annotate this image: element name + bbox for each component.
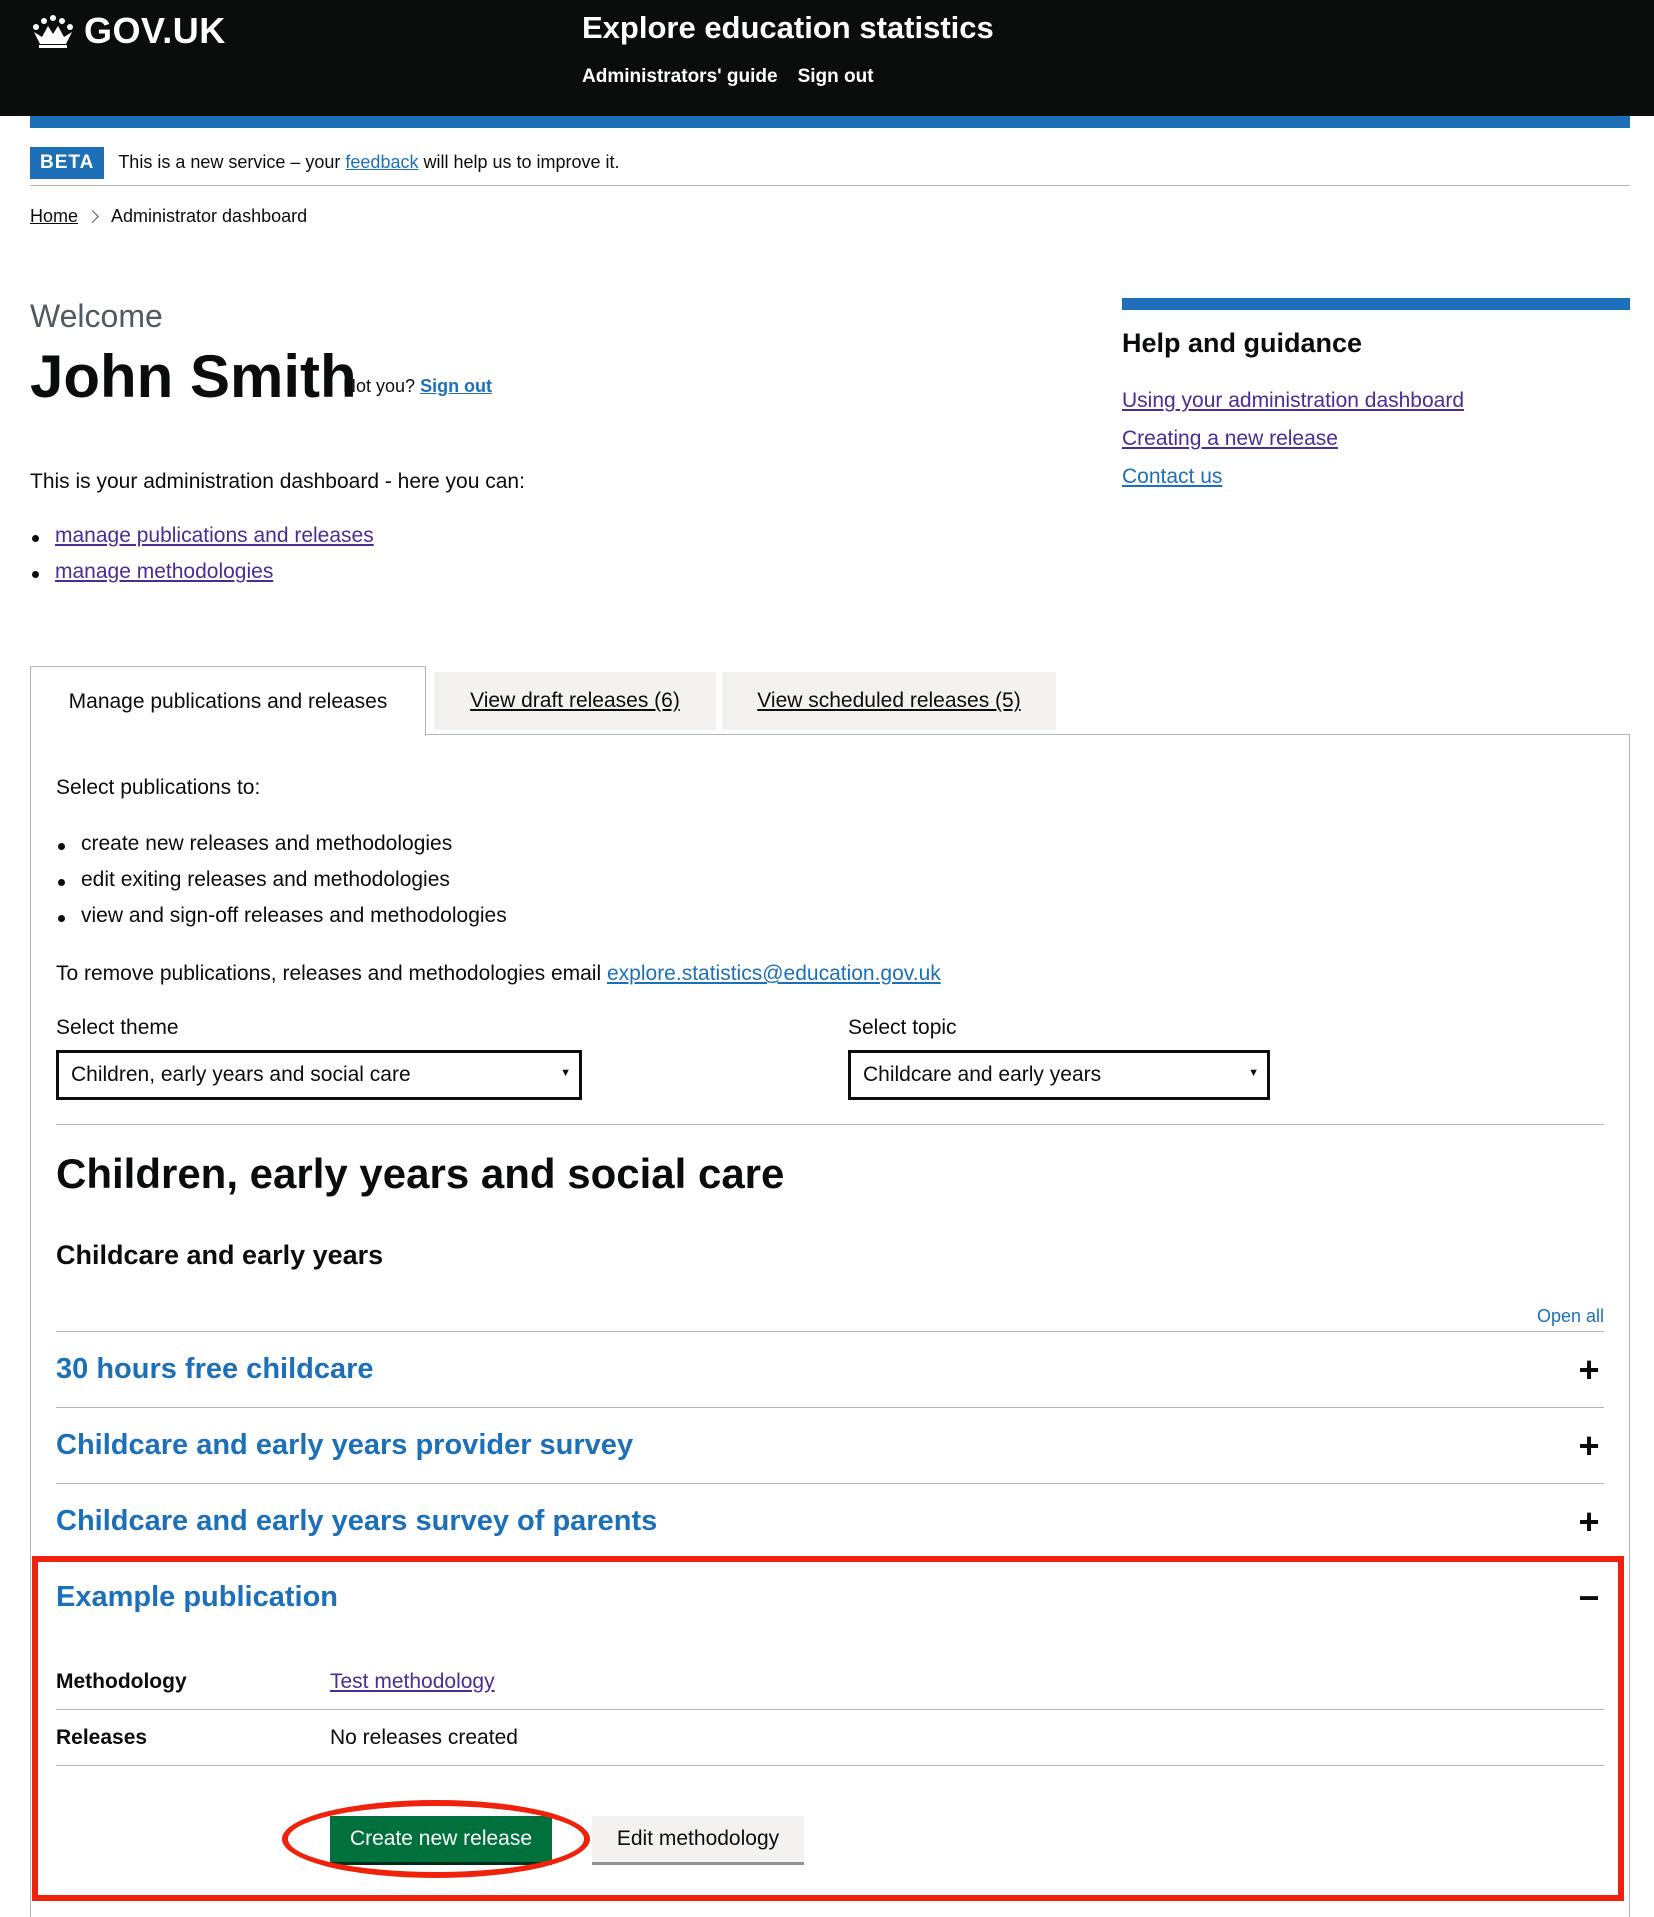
administrators-guide-link[interactable]: Administrators' guide xyxy=(582,66,778,88)
accordion-title[interactable]: Childcare and early years survey of pare… xyxy=(56,1505,657,1538)
site-header: GOV.UK Explore education statistics Admi… xyxy=(0,0,1654,116)
logo-text: GOV.UK xyxy=(84,10,226,51)
accordion-item-expanded[interactable]: Example publication − xyxy=(56,1559,1604,1635)
plus-icon[interactable]: + xyxy=(1574,1427,1604,1464)
plus-icon[interactable]: + xyxy=(1574,1503,1604,1540)
beta-text-after: will help us to improve it. xyxy=(418,152,620,172)
open-all-button[interactable]: Open all xyxy=(1537,1306,1604,1327)
list-item: view and sign-off releases and methodolo… xyxy=(56,904,507,928)
tab-label[interactable]: View draft releases (6) xyxy=(470,689,680,713)
tab-draft-releases[interactable]: View draft releases (6) xyxy=(434,672,716,730)
theme-heading: Children, early years and social care xyxy=(56,1150,785,1197)
header-accent-bar xyxy=(30,116,1630,128)
breadcrumb-home-link[interactable]: Home xyxy=(30,206,78,227)
beta-text-before: This is a new service – your xyxy=(118,152,346,172)
manage-methodologies-link[interactable]: manage methodologies xyxy=(55,560,273,583)
panel-intro: Select publications to: xyxy=(56,776,261,799)
list-item: create new releases and methodologies xyxy=(56,832,507,856)
crown-icon xyxy=(33,15,73,48)
accordion-item[interactable]: 30 hours free childcare + xyxy=(56,1331,1604,1407)
remove-text: To remove publications, releases and met… xyxy=(56,962,607,985)
accordion-item[interactable]: Childcare and early years survey of pare… xyxy=(56,1483,1604,1559)
section-divider xyxy=(56,1124,1604,1125)
using-dashboard-link[interactable]: Using your administration dashboard xyxy=(1122,389,1630,413)
plus-icon[interactable]: + xyxy=(1574,1351,1604,1388)
welcome-caption: Welcome xyxy=(30,298,163,334)
help-and-guidance: Help and guidance Using your administrat… xyxy=(1122,298,1630,503)
tab-scheduled-releases[interactable]: View scheduled releases (5) xyxy=(722,672,1056,730)
summary-row-releases: Releases No releases created xyxy=(56,1710,1604,1766)
tab-label: Manage publications and releases xyxy=(68,689,388,713)
summary-key: Methodology xyxy=(56,1669,187,1693)
welcome-sign-out-link[interactable]: Sign out xyxy=(420,376,492,396)
minus-icon[interactable]: − xyxy=(1574,1579,1604,1616)
accordion-title[interactable]: Example publication xyxy=(56,1581,338,1614)
summary-row-methodology: Methodology Test methodology xyxy=(56,1654,1604,1710)
theme-select-value: Children, early years and social care xyxy=(71,1063,411,1086)
accordion-item[interactable]: Childcare and early years provider surve… xyxy=(56,1407,1604,1483)
header-sign-out-link[interactable]: Sign out xyxy=(798,66,874,88)
list-item: edit exiting releases and methodologies xyxy=(56,868,507,892)
topic-label: Select topic xyxy=(848,1016,957,1039)
topic-select-value: Childcare and early years xyxy=(863,1063,1102,1086)
feedback-link[interactable]: feedback xyxy=(345,152,418,172)
not-you-text: Not you? Sign out xyxy=(343,376,492,397)
govuk-logo-link[interactable]: GOV.UK xyxy=(30,10,226,52)
help-title: Help and guidance xyxy=(1122,328,1363,358)
beta-text: This is a new service – your feedback wi… xyxy=(118,152,619,173)
user-name-heading: John Smith xyxy=(30,343,357,410)
accordion-title[interactable]: Childcare and early years provider surve… xyxy=(56,1429,633,1462)
manage-publications-link[interactable]: manage publications and releases xyxy=(55,524,374,547)
remove-instructions: To remove publications, releases and met… xyxy=(56,962,941,986)
breadcrumb: Home Administrator dashboard xyxy=(30,206,307,227)
not-you-label: Not you? xyxy=(343,376,416,396)
tab-list: Manage publications and releases View dr… xyxy=(30,666,1630,736)
service-name[interactable]: Explore education statistics xyxy=(582,10,994,46)
theme-select[interactable]: Children, early years and social care ▼ xyxy=(56,1050,582,1100)
header-nav: Administrators' guide Sign out xyxy=(582,66,874,88)
accordion-title[interactable]: 30 hours free childcare xyxy=(56,1353,374,1386)
topic-select[interactable]: Childcare and early years ▼ xyxy=(848,1050,1270,1100)
beta-tag: BETA xyxy=(30,146,105,179)
dropdown-arrow-icon: ▼ xyxy=(560,1067,571,1079)
create-new-release-button[interactable]: Create new release xyxy=(330,1816,552,1862)
chevron-right-icon xyxy=(86,210,99,223)
dropdown-arrow-icon: ▼ xyxy=(1248,1067,1259,1079)
test-methodology-link[interactable]: Test methodology xyxy=(330,1670,495,1694)
creating-release-link[interactable]: Creating a new release xyxy=(1122,427,1630,451)
email-link[interactable]: explore.statistics@education.gov.uk xyxy=(607,962,941,985)
edit-methodology-button[interactable]: Edit methodology xyxy=(592,1816,804,1862)
list-item: manage publications and releases xyxy=(30,524,374,548)
theme-label: Select theme xyxy=(56,1016,179,1039)
contact-us-link[interactable]: Contact us xyxy=(1122,465,1630,489)
dashboard-intro-text: This is your administration dashboard - … xyxy=(30,470,525,493)
tab-manage-publications[interactable]: Manage publications and releases xyxy=(30,666,426,736)
topic-heading: Childcare and early years xyxy=(56,1240,384,1270)
dashboard-links-list: manage publications and releases manage … xyxy=(30,524,374,596)
beta-banner: BETA This is a new service – your feedba… xyxy=(30,140,1630,186)
breadcrumb-current: Administrator dashboard xyxy=(111,206,308,226)
summary-value: No releases created xyxy=(330,1725,518,1749)
summary-key: Releases xyxy=(56,1725,148,1749)
tab-label[interactable]: View scheduled releases (5) xyxy=(757,689,1020,713)
list-item: manage methodologies xyxy=(30,560,374,584)
panel-bullets: create new releases and methodologies ed… xyxy=(56,832,507,940)
